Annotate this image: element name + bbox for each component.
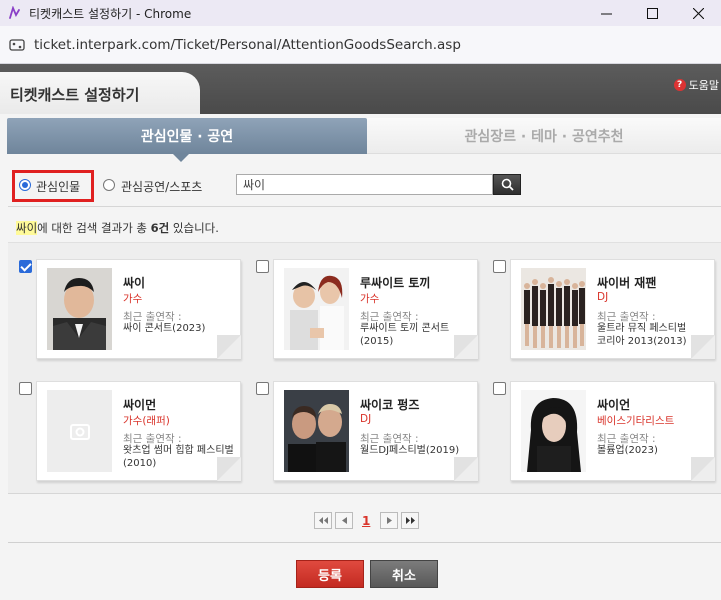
person-card[interactable]: 싸이버 재팬 DJ 최근 출연작 : 울트라 뮤직 페스티벌 코리아 2013(… bbox=[510, 259, 715, 359]
search-button[interactable] bbox=[493, 174, 521, 195]
card-name: 싸이 bbox=[123, 276, 146, 290]
card-name: 싸이언 bbox=[597, 398, 631, 412]
bottom-divider bbox=[8, 542, 721, 543]
tab-genre-theme[interactable]: 관심장르 · 테마 · 공연추천 bbox=[367, 118, 721, 154]
person-photo bbox=[47, 268, 112, 350]
card-name: 싸이버 재팬 bbox=[597, 276, 657, 290]
person-photo-placeholder bbox=[47, 390, 112, 472]
first-page-button[interactable] bbox=[314, 512, 332, 529]
card-recent-show: 월드DJ페스티벌(2019) bbox=[360, 445, 460, 456]
divider bbox=[8, 206, 721, 207]
maximize-icon bbox=[646, 7, 658, 19]
help-link[interactable]: ? 도움말 bbox=[673, 77, 719, 93]
search-row: 관심인물 관심공연/스포츠 bbox=[0, 170, 721, 202]
register-button[interactable]: 등록 bbox=[296, 560, 364, 588]
interpark-favicon-icon bbox=[9, 6, 20, 19]
person-photo bbox=[284, 268, 349, 350]
search-input[interactable] bbox=[236, 174, 493, 195]
result-keyword: 싸이 bbox=[16, 221, 38, 235]
result-count: 6건 bbox=[150, 221, 170, 235]
double-chevron-left-icon bbox=[318, 517, 328, 524]
radio-person[interactable] bbox=[19, 179, 31, 191]
close-icon bbox=[692, 7, 704, 19]
search-icon bbox=[501, 178, 514, 191]
person-card[interactable]: 싸이먼 가수(래퍼) 최근 출연작 : 왓츠업 썸머 힙합 페스티벌(2010) bbox=[36, 381, 241, 481]
result-middle: 에 대한 검색 결과가 총 bbox=[37, 221, 151, 235]
card-role: 가수 bbox=[360, 293, 380, 305]
page-header: 티켓캐스트 설정하기 ? 도움말 bbox=[0, 64, 721, 114]
double-chevron-right-icon bbox=[405, 517, 415, 524]
maximize-button[interactable] bbox=[629, 0, 675, 26]
category-tabs: 관심인물 · 공연 관심장르 · 테마 · 공연추천 bbox=[7, 118, 721, 162]
browser-title-bar: 티켓캐스트 설정하기 - Chrome bbox=[0, 0, 721, 26]
person-card[interactable]: 싸이코 펑즈 DJ 최근 출연작 : 월드DJ페스티벌(2019) bbox=[273, 381, 478, 481]
card-checkbox-3[interactable] bbox=[493, 260, 506, 273]
cancel-button[interactable]: 취소 bbox=[370, 560, 438, 588]
pagination: 1 bbox=[314, 512, 422, 529]
person-card[interactable]: 싸이 가수 최근 출연작 : 싸이 콘서트(2023) bbox=[36, 259, 241, 359]
card-recent-show: 울트라 뮤직 페스티벌 코리아 2013(2013) bbox=[597, 323, 687, 347]
result-message: 싸이에 대한 검색 결과가 총 6건 있습니다. bbox=[16, 220, 219, 236]
person-card[interactable]: 싸이언 베이스기타리스트 최근 출연작 : 볼륨업(2023) bbox=[510, 381, 715, 481]
window-title: 티켓캐스트 설정하기 - Chrome bbox=[29, 6, 192, 21]
tab-person-show[interactable]: 관심인물 · 공연 bbox=[7, 118, 367, 154]
site-info-button[interactable] bbox=[8, 36, 26, 54]
page-title: 티켓캐스트 설정하기 bbox=[10, 86, 140, 104]
site-settings-icon bbox=[9, 38, 25, 51]
page-number[interactable]: 1 bbox=[362, 514, 370, 528]
radio-show-label[interactable]: 관심공연/스포츠 bbox=[121, 178, 202, 195]
card-role: DJ bbox=[360, 413, 372, 425]
card-recent-show: 싸이 콘서트(2023) bbox=[123, 323, 206, 334]
last-page-button[interactable] bbox=[401, 512, 420, 529]
card-role: 베이스기타리스트 bbox=[597, 415, 675, 427]
card-recent-show: 루싸이트 토끼 콘서트(2015) bbox=[360, 323, 450, 347]
help-label: 도움말 bbox=[688, 79, 719, 92]
prev-page-button[interactable] bbox=[335, 512, 353, 529]
close-window-button[interactable] bbox=[675, 0, 721, 26]
card-role: DJ bbox=[597, 291, 609, 303]
card-name: 싸이먼 bbox=[123, 398, 157, 412]
chevron-left-icon bbox=[341, 517, 347, 524]
url-text[interactable]: ticket.interpark.com/Ticket/Personal/Att… bbox=[34, 37, 461, 53]
radio-person-label[interactable]: 관심인물 bbox=[36, 178, 80, 195]
person-photo bbox=[284, 390, 349, 472]
person-photo bbox=[521, 268, 586, 350]
card-recent-show: 볼륨업(2023) bbox=[597, 445, 658, 456]
person-photo bbox=[521, 390, 586, 472]
chevron-right-icon bbox=[386, 517, 392, 524]
card-recent-show: 왓츠업 썸머 힙합 페스티벌(2010) bbox=[123, 445, 234, 469]
main-content: 관심인물 · 공연 관심장르 · 테마 · 공연추천 관심인물 관심공연/스포츠… bbox=[0, 114, 721, 600]
address-bar: ticket.interpark.com/Ticket/Personal/Att… bbox=[0, 26, 721, 64]
help-icon: ? bbox=[673, 79, 686, 91]
card-role: 가수 bbox=[123, 293, 143, 305]
card-checkbox-1[interactable] bbox=[19, 260, 32, 273]
minimize-icon bbox=[600, 13, 612, 14]
radio-show[interactable] bbox=[103, 179, 115, 191]
card-name: 싸이코 펑즈 bbox=[360, 398, 420, 412]
card-checkbox-6[interactable] bbox=[493, 382, 506, 395]
card-role: 가수(래퍼) bbox=[123, 415, 170, 427]
card-checkbox-2[interactable] bbox=[256, 260, 269, 273]
next-page-button[interactable] bbox=[380, 512, 399, 529]
result-suffix: 있습니다. bbox=[169, 221, 219, 235]
card-name: 루싸이트 토끼 bbox=[360, 276, 431, 290]
person-card[interactable]: 루싸이트 토끼 가수 최근 출연작 : 루싸이트 토끼 콘서트(2015) bbox=[273, 259, 478, 359]
minimize-button[interactable] bbox=[583, 0, 629, 26]
result-grid: 싸이 가수 최근 출연작 : 싸이 콘서트(2023) 루싸이트 토끼 가수 최… bbox=[8, 242, 721, 494]
active-tab-pointer bbox=[173, 154, 189, 162]
card-checkbox-5[interactable] bbox=[256, 382, 269, 395]
card-checkbox-4[interactable] bbox=[19, 382, 32, 395]
